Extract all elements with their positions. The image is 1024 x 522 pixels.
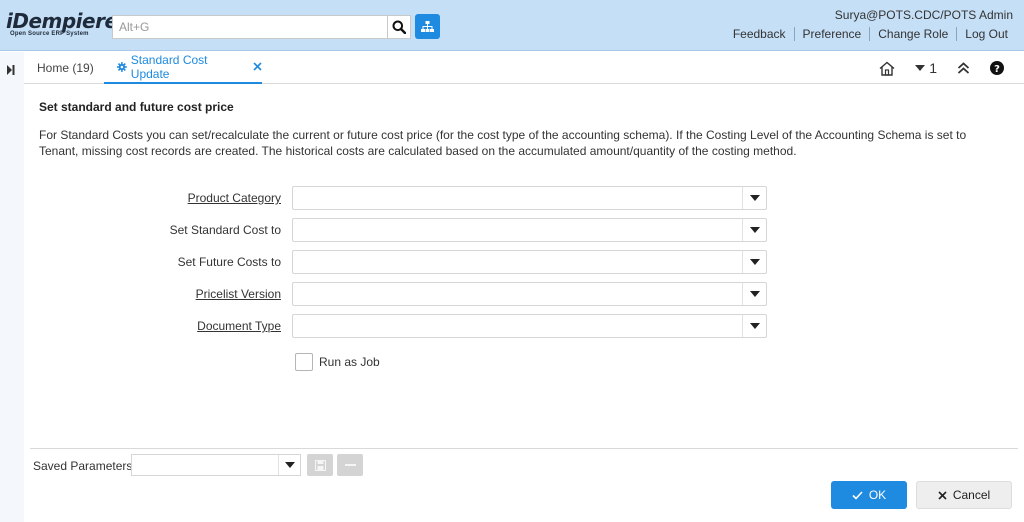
tab-tools: 1 ?	[859, 60, 1004, 76]
search-button[interactable]	[387, 15, 411, 39]
close-icon	[253, 62, 262, 71]
document-type-dropdown-button[interactable]	[742, 315, 766, 337]
window-list-dropdown[interactable]: 1	[915, 60, 937, 76]
save-icon	[314, 459, 326, 471]
help-icon: ?	[990, 61, 1004, 75]
idempiere-logo[interactable]: iDempiere Open Source ERP System	[6, 9, 118, 41]
saved-parameters-label: Saved Parameters	[33, 459, 133, 473]
sitemap-icon	[421, 20, 434, 32]
footer-divider	[30, 448, 1018, 449]
process-description: For Standard Costs you can set/recalcula…	[39, 128, 967, 158]
param-pricelist-version: Pricelist Version	[0, 282, 1024, 306]
pricelist-version-dropdown-button[interactable]	[742, 283, 766, 305]
save-parameters-button[interactable]	[307, 454, 333, 476]
set-standard-cost-to-dropdown-button[interactable]	[742, 219, 766, 241]
collapse-header-button[interactable]	[957, 62, 970, 74]
close-icon	[938, 490, 947, 500]
log-out-link[interactable]: Log Out	[956, 27, 1016, 41]
change-role-link[interactable]: Change Role	[869, 27, 956, 41]
process-content: Set standard and future cost price For S…	[39, 100, 1009, 159]
tab-home[interactable]: Home (19)	[37, 52, 94, 84]
document-type-combobox[interactable]	[292, 314, 767, 338]
cancel-button[interactable]: Cancel	[916, 481, 1012, 509]
caret-down-icon	[749, 323, 760, 329]
param-label-set-future-costs-to: Set Future Costs to	[177, 255, 281, 269]
caret-down-icon	[284, 462, 295, 468]
set-future-costs-to-combobox[interactable]	[292, 250, 767, 274]
delete-parameters-button[interactable]	[337, 454, 363, 476]
caret-down-icon	[749, 291, 760, 297]
ok-label: OK	[868, 488, 887, 502]
app-header: iDempiere Open Source ERP System Surya@P…	[0, 0, 1024, 51]
caret-down-icon	[749, 195, 760, 201]
tab-standard-cost-update[interactable]: Standard Cost Update	[104, 52, 262, 84]
window-tabbar: Home (19) Standard Cost Update 1 ?	[24, 52, 1024, 84]
param-label-set-standard-cost-to: Set Standard Cost to	[169, 223, 281, 237]
param-document-type: Document Type	[0, 314, 1024, 338]
param-label-pricelist-version[interactable]: Pricelist Version	[196, 287, 281, 301]
help-button[interactable]: ?	[990, 61, 1004, 75]
search-icon	[392, 20, 406, 34]
minus-icon	[344, 463, 356, 466]
logo-text: iDempiere	[6, 9, 118, 33]
home-button[interactable]	[879, 61, 895, 76]
preference-link[interactable]: Preference	[793, 27, 870, 41]
expand-panel-button[interactable]	[7, 62, 15, 80]
ok-button[interactable]: OK	[831, 481, 907, 509]
svg-text:?: ?	[994, 64, 1000, 75]
user-info[interactable]: Surya@POTS.CDC/POTS Admin	[835, 8, 1013, 22]
param-label-document-type[interactable]: Document Type	[197, 319, 281, 333]
run-as-job-label[interactable]: Run as Job	[319, 355, 380, 369]
global-search-input[interactable]	[112, 15, 388, 39]
caret-down-icon	[915, 65, 926, 71]
product-category-dropdown-button[interactable]	[742, 187, 766, 209]
caret-down-icon	[749, 227, 760, 233]
menu-tree-button[interactable]	[415, 14, 440, 39]
process-title: Set standard and future cost price	[39, 100, 234, 114]
param-label-product-category[interactable]: Product Category	[188, 191, 281, 205]
param-set-future-costs-to: Set Future Costs to	[0, 250, 1024, 274]
param-set-standard-cost-to: Set Standard Cost to	[0, 218, 1024, 242]
double-chevron-up-icon	[957, 62, 970, 74]
product-category-combobox[interactable]	[292, 186, 767, 210]
close-tab-button[interactable]	[253, 60, 262, 74]
param-product-category: Product Category	[0, 186, 1024, 210]
cancel-label: Cancel	[952, 488, 991, 502]
run-as-job-checkbox[interactable]	[295, 353, 313, 371]
tab-active-label: Standard Cost Update	[130, 53, 208, 81]
set-future-costs-to-dropdown-button[interactable]	[742, 251, 766, 273]
check-icon	[852, 490, 863, 500]
expand-panel-icon	[7, 65, 15, 75]
window-count: 1	[929, 60, 937, 76]
saved-parameters-combobox[interactable]	[131, 454, 301, 476]
saved-parameters-dropdown-button[interactable]	[278, 455, 300, 475]
pricelist-version-combobox[interactable]	[292, 282, 767, 306]
home-icon	[879, 61, 895, 76]
header-links: Feedback Preference Change Role Log Out	[725, 27, 1016, 41]
set-standard-cost-to-combobox[interactable]	[292, 218, 767, 242]
tab-home-label: Home (19)	[37, 61, 94, 75]
caret-down-icon	[749, 259, 760, 265]
run-as-job-row: Run as Job	[295, 353, 380, 371]
feedback-link[interactable]: Feedback	[725, 27, 794, 41]
gear-icon	[117, 62, 127, 72]
